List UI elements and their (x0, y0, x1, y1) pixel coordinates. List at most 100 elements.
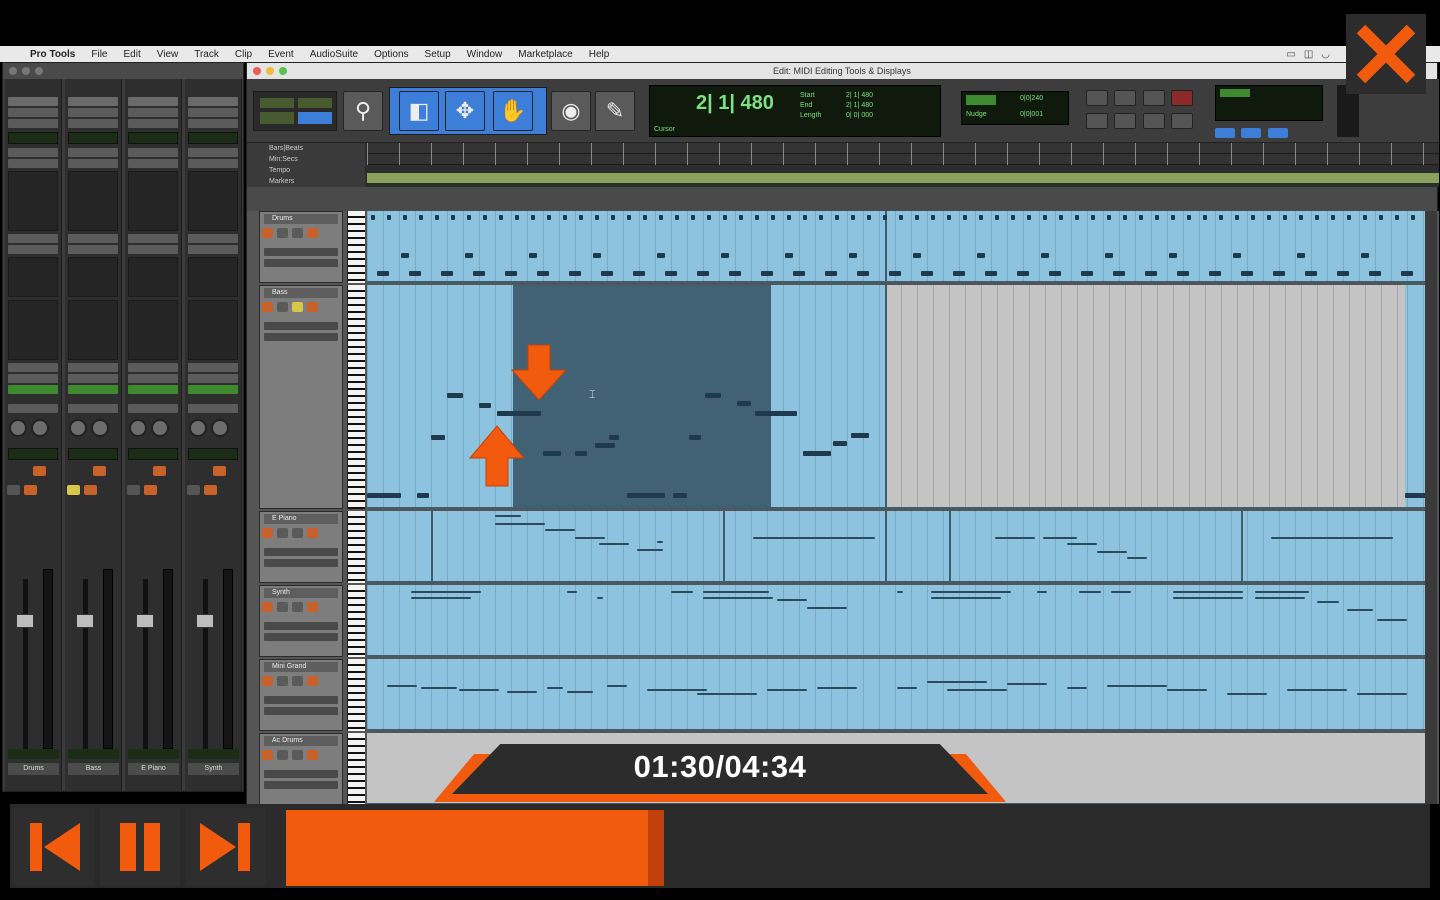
send-slot[interactable] (188, 245, 238, 254)
minimize-dot[interactable] (22, 67, 30, 75)
midi-note[interactable] (1305, 271, 1317, 276)
midi-note[interactable] (1233, 253, 1241, 258)
previous-button[interactable] (14, 808, 94, 886)
instrument-slot[interactable] (68, 97, 118, 106)
midi-note[interactable] (867, 215, 871, 220)
midi-note[interactable] (947, 689, 1007, 691)
piano-keyboard[interactable] (347, 211, 365, 283)
pan-knob-icon[interactable] (91, 419, 109, 437)
view-selector[interactable] (264, 559, 338, 567)
track-header-e-piano[interactable]: E Piano (259, 511, 343, 583)
grid-value[interactable]: 0|0|240 (1020, 95, 1043, 102)
midi-note[interactable] (1173, 597, 1243, 599)
mute-button[interactable] (292, 228, 303, 238)
volume-fader-track[interactable] (23, 579, 28, 749)
midi-note[interactable] (387, 685, 417, 687)
io-input[interactable] (68, 363, 118, 372)
menu-edit[interactable]: Edit (116, 49, 149, 60)
midi-note[interactable] (411, 591, 481, 593)
io-input[interactable] (8, 363, 58, 372)
view-selector[interactable] (264, 707, 338, 715)
midi-note[interactable] (1027, 215, 1031, 220)
input-selector[interactable] (8, 108, 58, 117)
midi-note[interactable] (1043, 537, 1077, 539)
midi-note[interactable] (671, 591, 693, 593)
midi-note[interactable] (1405, 493, 1427, 498)
insert-slot[interactable] (68, 159, 118, 168)
volume-fader-handle[interactable] (136, 614, 154, 628)
midi-note[interactable] (899, 215, 903, 220)
midi-note[interactable] (1107, 685, 1167, 687)
ruler-markers[interactable]: Markers (247, 176, 365, 187)
menu-window[interactable]: Window (459, 49, 511, 60)
tempo-ruler-bar[interactable] (367, 173, 1439, 183)
mute-button[interactable] (24, 485, 37, 495)
insert-slot[interactable] (188, 159, 238, 168)
midi-note[interactable] (1067, 543, 1097, 545)
midi-note[interactable] (833, 441, 847, 446)
record-arm-button[interactable] (262, 602, 273, 612)
midi-note[interactable] (595, 215, 599, 220)
grabber-tool-icon[interactable]: ✋ (493, 91, 533, 131)
view-selector[interactable] (264, 633, 338, 641)
mute-button[interactable] (292, 676, 303, 686)
midi-note[interactable] (849, 253, 857, 258)
midi-note[interactable] (451, 215, 455, 220)
menu-view[interactable]: View (149, 49, 187, 60)
zoom-dot[interactable] (279, 67, 287, 75)
track-lane-drums[interactable] (367, 211, 1427, 283)
playlist-selector[interactable] (264, 696, 338, 704)
midi-note[interactable] (609, 435, 619, 440)
view-selector[interactable] (264, 781, 338, 789)
midi-note[interactable] (1363, 215, 1367, 220)
midi-note[interactable] (563, 215, 567, 220)
midi-note[interactable] (567, 691, 593, 693)
output-selector[interactable] (188, 119, 238, 128)
solo-button[interactable] (277, 228, 288, 238)
midi-note[interactable] (697, 693, 757, 695)
send-slot[interactable] (8, 245, 58, 254)
midi-note[interactable] (601, 271, 613, 276)
pan-knob-icon[interactable] (129, 419, 147, 437)
automation-mode[interactable] (68, 385, 118, 394)
midi-note[interactable] (675, 215, 679, 220)
menu-marketplace[interactable]: Marketplace (510, 49, 580, 60)
solo-button[interactable] (277, 750, 288, 760)
midi-note[interactable] (657, 253, 665, 258)
track-name[interactable]: Bass (264, 288, 338, 298)
track-lane-synth[interactable] (367, 585, 1427, 657)
midi-note[interactable] (807, 607, 847, 609)
instrument-slot[interactable] (8, 97, 58, 106)
group-selector[interactable] (8, 404, 58, 413)
midi-note[interactable] (537, 271, 549, 276)
midi-note[interactable] (1037, 591, 1047, 593)
wait-for-note-button[interactable] (1215, 128, 1235, 138)
midi-note[interactable] (547, 687, 563, 689)
menu-event[interactable]: Event (260, 49, 302, 60)
track-header-synth[interactable]: Synth (259, 585, 343, 657)
countoff-button[interactable] (1267, 128, 1288, 138)
pan-knob-icon[interactable] (31, 419, 49, 437)
midi-note[interactable] (421, 687, 457, 689)
midi-note[interactable] (1049, 271, 1061, 276)
midi-note[interactable] (1273, 271, 1285, 276)
midi-note[interactable] (1017, 271, 1029, 276)
start-value[interactable]: 2| 1| 480 (846, 92, 873, 99)
solo-button[interactable] (187, 485, 200, 495)
midi-note[interactable] (367, 493, 401, 498)
trim-tool-icon[interactable]: ◧ (399, 91, 439, 131)
strip-name[interactable]: Drums (8, 763, 59, 775)
track-header-mini-grand[interactable]: Mini Grand (259, 659, 343, 731)
play-button[interactable] (1142, 90, 1165, 106)
midi-note[interactable] (579, 215, 583, 220)
send-slot[interactable] (128, 245, 178, 254)
send-level-area[interactable] (8, 257, 58, 297)
midi-note[interactable] (441, 271, 453, 276)
input-selector[interactable] (188, 108, 238, 117)
input-selector[interactable] (128, 108, 178, 117)
midi-note[interactable] (505, 271, 517, 276)
midi-note[interactable] (1379, 215, 1383, 220)
display-icon[interactable]: ◫ (1304, 49, 1313, 60)
return-to-zero-button[interactable] (1142, 113, 1165, 129)
online-button[interactable] (1086, 90, 1108, 106)
